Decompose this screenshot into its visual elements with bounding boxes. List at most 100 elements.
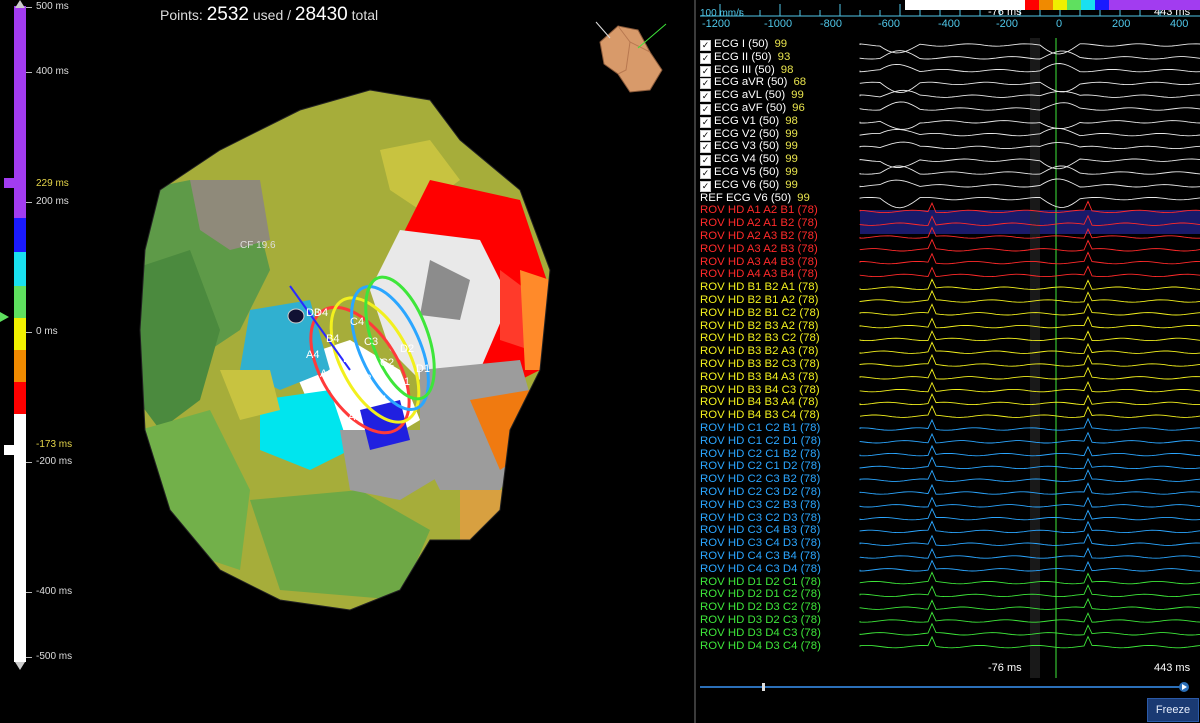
channel-checkbox[interactable]: ✓ bbox=[700, 78, 711, 90]
upper-window-handle[interactable] bbox=[4, 178, 14, 188]
channel-label[interactable]: ROV HD A4 A3 B4 (78) bbox=[700, 268, 818, 280]
ruler-tick-200: 200 bbox=[1112, 18, 1131, 30]
channel-label[interactable]: ROV HD C3 C2 D3 (78) bbox=[700, 512, 821, 524]
channel-label[interactable]: ROV HD C2 C1 D2 (78) bbox=[700, 460, 821, 472]
electrode-c4: C4 bbox=[350, 316, 364, 328]
channel-name: ROV HD A1 A2 B1 (78) bbox=[700, 204, 818, 217]
channel-label[interactable]: ✓ ECG V4 (50) 99 bbox=[700, 153, 798, 167]
scale-label-500: 500 ms bbox=[36, 1, 69, 12]
channel-label[interactable]: ROV HD B2 B3 C2 (78) bbox=[700, 332, 820, 344]
annotation-color-bar bbox=[905, 0, 1200, 10]
channel-label[interactable]: ROV HD C4 C3 D4 (78) bbox=[700, 563, 821, 575]
channel-label[interactable]: ✓ ECG V3 (50) 99 bbox=[700, 140, 798, 154]
channel-name: ECG V6 (50) bbox=[714, 178, 780, 191]
channel-label[interactable]: ROV HD D2 D1 C2 (78) bbox=[700, 588, 821, 600]
channel-label[interactable]: ROV HD C1 C2 B1 (78) bbox=[700, 422, 820, 434]
channel-name: ECG V5 (50) bbox=[714, 166, 780, 178]
channel-checkbox[interactable]: ✓ bbox=[700, 91, 711, 103]
channel-label[interactable]: ✓ ECG aVR (50) 68 bbox=[700, 76, 806, 90]
channel-label[interactable]: ✓ ECG V1 (50) 98 bbox=[700, 115, 798, 128]
ruler-tick-neg1200: -1200 bbox=[702, 18, 731, 30]
channel-checkbox[interactable]: ✓ bbox=[700, 142, 711, 154]
channel-label[interactable]: ROV HD A1 A2 B1 (78) bbox=[700, 204, 818, 216]
points-used: 2532 bbox=[206, 4, 249, 25]
channel-label[interactable]: ROV HD C2 C3 D2 (78) bbox=[700, 486, 821, 498]
channel-label[interactable]: ROV HD D1 D2 C1 (78) bbox=[700, 576, 821, 588]
channel-checkbox[interactable]: ✓ bbox=[700, 52, 711, 64]
channel-checkbox[interactable]: ✓ bbox=[700, 155, 711, 167]
channel-checkbox[interactable]: ✓ bbox=[700, 65, 711, 77]
channel-label[interactable]: ✓ ECG II (50) 93 bbox=[700, 51, 790, 64]
channel-label[interactable]: ROV HD B2 B3 A2 (78) bbox=[700, 320, 818, 332]
channel-label[interactable]: ✓ ECG V5 (50) 99 bbox=[700, 166, 798, 179]
electrode-c3: C3 bbox=[364, 336, 378, 348]
channel-label[interactable]: ✓ ECG V6 (50) 99 bbox=[700, 179, 798, 192]
channel-label[interactable]: ROV HD B3 B4 C3 (78) bbox=[700, 384, 820, 396]
panel-divider[interactable] bbox=[694, 0, 696, 723]
channel-label[interactable]: ROV HD B2 B1 A2 (78) bbox=[700, 294, 818, 306]
channel-value: 96 bbox=[792, 102, 805, 114]
channel-label[interactable]: ROV HD C3 C2 B3 (78) bbox=[700, 499, 820, 511]
channel-checkbox[interactable]: ✓ bbox=[700, 129, 711, 141]
ruler-tick-neg400: -400 bbox=[938, 18, 961, 30]
channel-label[interactable]: ROV HD A3 A4 B3 (78) bbox=[700, 256, 818, 268]
channel-name: ECG V3 (50) bbox=[714, 140, 780, 153]
channel-label[interactable]: ROV HD B3 B2 A3 (78) bbox=[700, 345, 818, 357]
channel-checkbox[interactable]: ✓ bbox=[700, 168, 711, 179]
channel-label[interactable]: ROV HD A3 A2 B3 (78) bbox=[700, 243, 818, 255]
timeline-scrollbar[interactable] bbox=[700, 682, 1190, 692]
channel-checkbox[interactable]: ✓ bbox=[700, 104, 711, 115]
channel-label[interactable]: ✓ ECG aVL (50) 99 bbox=[700, 89, 804, 103]
points-total-label: total bbox=[351, 7, 379, 23]
channel-name: ROV HD C4 C3 B4 (78) bbox=[700, 550, 821, 562]
freeze-button[interactable]: Freeze bbox=[1147, 698, 1199, 722]
channel-label[interactable]: ROV HD D3 D2 C3 (78) bbox=[700, 614, 821, 626]
reference-marker-icon[interactable] bbox=[0, 312, 9, 322]
bottom-end-marker[interactable]: 443 ms bbox=[1154, 662, 1190, 674]
channel-checkbox[interactable]: ✓ bbox=[700, 180, 711, 192]
channel-label[interactable]: ROV HD C2 C3 B2 (78) bbox=[700, 473, 820, 485]
scale-bottom-arrow[interactable] bbox=[15, 662, 25, 670]
channel-label[interactable]: ROV HD B1 B2 A1 (78) bbox=[700, 281, 818, 293]
channel-name: ECG I (50) bbox=[714, 38, 769, 50]
channel-label[interactable]: ROV HD C3 C4 D3 (78) bbox=[700, 537, 821, 549]
channel-value: 99 bbox=[785, 153, 798, 166]
channel-label[interactable]: ROV HD B4 B3 C4 (78) bbox=[700, 409, 820, 421]
channel-label[interactable]: ROV HD D3 D4 C3 (78) bbox=[700, 627, 821, 639]
channel-label[interactable]: ✓ ECG I (50) 99 bbox=[700, 38, 787, 51]
channel-name: ROV HD C2 C3 B2 (78) bbox=[700, 473, 821, 486]
channel-label[interactable]: ROV HD B3 B2 C3 (78) bbox=[700, 358, 820, 370]
bottom-start-marker[interactable]: -76 ms bbox=[988, 662, 1022, 674]
channel-name: ROV HD C2 C1 B2 (78) bbox=[700, 447, 821, 460]
scale-label-neg500: -500 ms bbox=[36, 651, 73, 662]
channel-label[interactable]: ROV HD A2 A3 B2 (78) bbox=[700, 230, 818, 242]
channel-label[interactable]: ROV HD D4 D3 C4 (78) bbox=[700, 640, 821, 652]
scale-top-arrow[interactable] bbox=[15, 0, 25, 8]
channel-label[interactable]: ✓ ECG V2 (50) 99 bbox=[700, 128, 798, 141]
channel-name: ROV HD C3 C2 B3 (78) bbox=[700, 498, 821, 511]
channel-label[interactable]: ROV HD C4 C3 B4 (78) bbox=[700, 550, 820, 562]
lower-window-handle[interactable] bbox=[4, 445, 14, 455]
channel-label[interactable]: ROV HD B3 B4 A3 (78) bbox=[700, 371, 818, 383]
channel-name: ROV HD D3 D4 C3 (78) bbox=[700, 626, 821, 639]
channel-name: ROV HD D4 D3 C4 (78) bbox=[700, 639, 821, 652]
channel-label[interactable]: ROV HD C1 C2 D1 (78) bbox=[700, 435, 821, 447]
channel-label[interactable]: ✓ ECG III (50) 98 bbox=[700, 64, 793, 77]
channel-label[interactable]: ROV HD B4 B3 A4 (78) bbox=[700, 396, 818, 408]
3d-activation-map[interactable]: CF 19.6 A1 A2 A3 A4 B1 B2 B3 B4 C1 C2 C3… bbox=[100, 70, 620, 630]
channel-label[interactable]: REF ECG V6 (50) 99 bbox=[700, 192, 810, 204]
channel-label[interactable]: ROV HD C2 C1 B2 (78) bbox=[700, 448, 820, 460]
channel-label[interactable]: ROV HD C3 C4 B3 (78) bbox=[700, 524, 820, 536]
channel-checkbox[interactable]: ✓ bbox=[700, 40, 711, 51]
ruler-tick-neg800: -800 bbox=[820, 18, 843, 30]
channel-label[interactable]: ✓ ECG aVF (50) 96 bbox=[700, 102, 805, 115]
channel-label[interactable]: ROV HD A2 A1 B2 (78) bbox=[700, 217, 818, 229]
channel-name: ECG V4 (50) bbox=[714, 153, 780, 166]
channel-checkbox[interactable]: ✓ bbox=[700, 116, 711, 128]
electrode-d4: D4 bbox=[314, 307, 328, 319]
channel-label[interactable]: ROV HD D2 D3 C2 (78) bbox=[700, 601, 821, 613]
channel-label[interactable]: ROV HD B2 B1 C2 (78) bbox=[700, 307, 820, 319]
points-counter: Points: 2532 used / 28430 total bbox=[160, 4, 378, 26]
scale-label-neg200: -200 ms bbox=[36, 456, 73, 467]
channel-value: 99 bbox=[785, 178, 798, 191]
